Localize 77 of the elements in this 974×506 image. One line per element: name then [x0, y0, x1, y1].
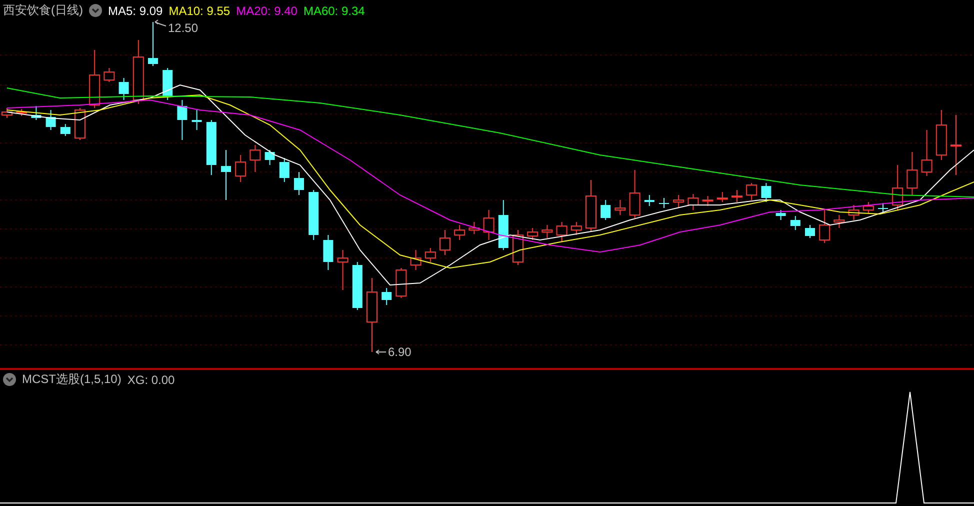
- low-price-label: 6.90: [388, 345, 412, 359]
- indicator-value: XG: 0.00: [127, 372, 175, 386]
- candlestick: [688, 194, 699, 210]
- indicator-value: MA5: 9.09: [108, 4, 163, 18]
- candlestick: [162, 68, 173, 100]
- candlestick: [746, 182, 758, 200]
- candlestick: [512, 230, 524, 266]
- candlestick: [586, 180, 596, 232]
- candlestick: [805, 224, 815, 238]
- candlestick: [454, 224, 466, 240]
- candlestick: [761, 182, 772, 202]
- candlestick: [118, 78, 129, 100]
- candlestick: [132, 40, 144, 104]
- candlestick: [279, 158, 290, 182]
- candlestick: [716, 192, 728, 202]
- candlestick: [892, 164, 904, 210]
- candlestick: [834, 214, 845, 228]
- candlestick: [614, 200, 626, 216]
- candlestick: [396, 268, 407, 298]
- high-marker-arrow: [154, 20, 166, 26]
- candlestick: [89, 50, 100, 108]
- chart-title: 西安饮食(日线): [3, 2, 83, 19]
- candlestick: [732, 190, 742, 202]
- candlestick: [556, 222, 568, 242]
- candlestick: [673, 194, 684, 208]
- candlestick: [600, 200, 611, 220]
- candlestick: [950, 114, 962, 176]
- candlestick: [148, 22, 158, 66]
- candlestick: [74, 108, 86, 140]
- candlestick: [702, 196, 714, 206]
- candlestick: [629, 170, 640, 218]
- high-price-label: 12.50: [168, 21, 198, 35]
- candlestick: [177, 100, 188, 140]
- candlestick: [337, 250, 348, 290]
- candlestick: [644, 194, 654, 206]
- candlestick: [250, 144, 261, 172]
- candlestick: [483, 210, 494, 240]
- candlestick: [790, 216, 800, 230]
- candlestick: [570, 222, 582, 236]
- candlestick: [527, 228, 538, 240]
- candlestick: [424, 248, 436, 262]
- candlestick: [468, 222, 480, 234]
- indicator-value: MA60: 9.34: [303, 4, 365, 18]
- indicator-value: MA10: 9.55: [168, 4, 230, 18]
- candlestick: [936, 110, 947, 160]
- candlestick: [104, 68, 115, 82]
- dropdown-icon[interactable]: [3, 373, 16, 386]
- candlestick: [60, 124, 70, 136]
- candlestick: [498, 200, 508, 250]
- candlestick: [308, 190, 319, 240]
- candlestick: [410, 250, 422, 270]
- candlestick: [921, 130, 932, 176]
- candlestick: [382, 288, 392, 306]
- candlestick: [206, 120, 216, 176]
- low-marker-arrow: [376, 350, 386, 354]
- candlestick: [323, 234, 334, 270]
- candlestick: [878, 202, 888, 212]
- dropdown-icon[interactable]: [89, 4, 102, 17]
- candlestick: [192, 110, 202, 130]
- candlestick: [235, 154, 246, 182]
- candlestick: [659, 198, 669, 208]
- candlestick: [294, 172, 304, 196]
- candlestick: [776, 210, 786, 220]
- candlestick: [819, 210, 830, 244]
- candlestick: [542, 224, 553, 238]
- indicator-value: MA20: 9.40: [236, 4, 298, 18]
- candlestick: [862, 202, 874, 214]
- candlestick: [848, 204, 860, 220]
- candlestick: [352, 262, 362, 310]
- candlestick: [906, 152, 918, 196]
- candlestick: [221, 150, 231, 200]
- indicator-title: MCST选股(1,5,10): [22, 371, 122, 388]
- candlestick: [16, 108, 28, 116]
- candlestick: [46, 110, 56, 130]
- candlestick: [31, 106, 42, 120]
- candlestick: [264, 150, 275, 166]
- candlestick: [440, 230, 450, 256]
